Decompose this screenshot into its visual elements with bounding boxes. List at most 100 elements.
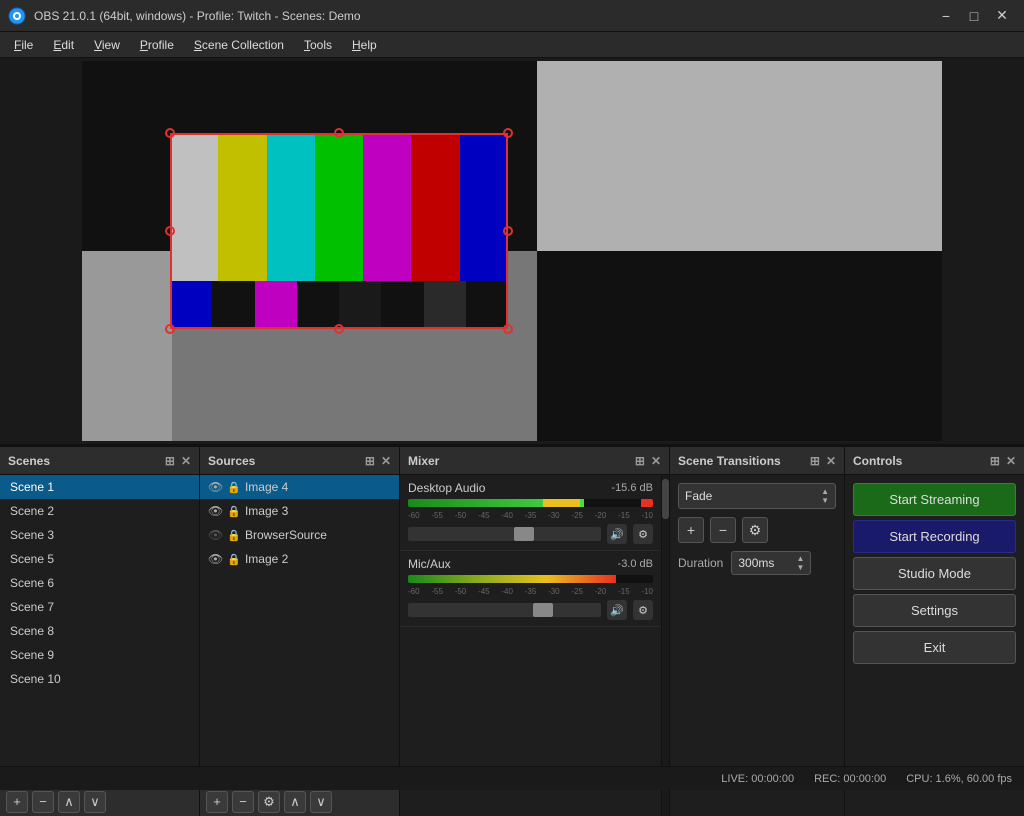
fade-select[interactable]: Fade ▲▼ [678,483,836,509]
mixer-desktop-fader[interactable] [408,527,601,541]
source-item-browser[interactable]: 👁 🔒 BrowserSource [200,523,399,547]
bar-bot-magenta [255,281,297,329]
mixer-close-icon[interactable]: ✕ [651,454,661,468]
scenes-close-icon[interactable]: ✕ [181,454,191,468]
handle-tr[interactable] [503,128,513,138]
sources-panel-header: Sources ⊞ ✕ [200,447,399,475]
bar-blue [460,133,508,281]
mixer-tracks: Desktop Audio -15.6 dB -60-55-50-45-40-3… [400,475,661,816]
mixer-content-area: Desktop Audio -15.6 dB -60-55-50-45-40-3… [400,475,669,816]
mixer-desktop-thumb[interactable] [514,527,534,541]
menu-view[interactable]: View [84,36,130,54]
bar-magenta [363,133,411,281]
scenes-toolbar: + − ∧ ∨ [0,786,199,816]
source-item-image4[interactable]: 👁 🔒 Image 4 [200,475,399,499]
sources-list: 👁 🔒 Image 4 👁 🔒 Image 3 👁 🔒 BrowserSourc… [200,475,399,786]
scene-item-1[interactable]: Scene 1 [0,475,199,499]
sources-up-button[interactable]: ∧ [284,791,306,813]
scene-item-5[interactable]: Scene 5 [0,547,199,571]
mixer-desktop-settings[interactable]: ⚙ [633,524,653,544]
exit-button[interactable]: Exit [853,631,1016,664]
sources-down-button[interactable]: ∨ [310,791,332,813]
source-item-image3[interactable]: 👁 🔒 Image 3 [200,499,399,523]
mixer-mic-thumb[interactable] [533,603,553,617]
color-bars [170,133,508,329]
handle-mr[interactable] [503,226,513,236]
transitions-expand-icon[interactable]: ⊞ [810,454,820,468]
lock-icon-browser: 🔒 [227,529,241,542]
mixer-mic-fader-row: 🔊 ⚙ [408,600,653,620]
handle-bc[interactable] [334,324,344,334]
menu-tools[interactable]: Tools [294,36,342,54]
scene-item-6[interactable]: Scene 6 [0,571,199,595]
source-item-image2[interactable]: 👁 🔒 Image 2 [200,547,399,571]
transition-settings-button[interactable]: ⚙ [742,517,768,543]
preview-area [0,58,1024,446]
duration-input[interactable]: 300ms ▲▼ [731,551,811,575]
duration-arrows[interactable]: ▲▼ [796,554,804,572]
scene-item-3[interactable]: Scene 3 [0,523,199,547]
handle-br[interactable] [503,324,513,334]
status-live: LIVE: 00:00:00 [721,773,794,785]
menu-scene-collection[interactable]: Scene Collection [184,36,294,54]
eye-icon-image4[interactable]: 👁 [208,480,223,494]
menu-file[interactable]: File [4,36,43,54]
minimize-button[interactable]: − [932,2,960,30]
scene-item-10[interactable]: Scene 10 [0,667,199,691]
transition-add-button[interactable]: + [678,517,704,543]
scene-item-7[interactable]: Scene 7 [0,595,199,619]
sources-close-icon[interactable]: ✕ [381,454,391,468]
duration-row: Duration 300ms ▲▼ [678,551,836,575]
handle-tc[interactable] [334,128,344,138]
controls-expand-icon[interactable]: ⊞ [990,454,1000,468]
bar-bot-black [212,281,254,329]
transition-remove-button[interactable]: − [710,517,736,543]
mixer-desktop-mute[interactable]: 🔊 [607,524,627,544]
scenes-panel-icons: ⊞ ✕ [165,454,191,468]
menu-profile[interactable]: Profile [130,36,184,54]
mixer-mic-mute[interactable]: 🔊 [607,600,627,620]
menu-bar: File Edit View Profile Scene Collection … [0,32,1024,58]
mixer-mic-fader[interactable] [408,603,601,617]
preview-bottom-right [537,251,942,441]
mixer-scrollbar[interactable] [661,475,669,816]
menu-edit[interactable]: Edit [43,36,84,54]
scenes-up-button[interactable]: ∧ [58,791,80,813]
sources-settings-button[interactable]: ⚙ [258,791,280,813]
controls-close-icon[interactable]: ✕ [1006,454,1016,468]
controls-buttons: Start Streaming Start Recording Studio M… [845,475,1024,672]
eye-icon-image3[interactable]: 👁 [208,504,223,518]
mixer-desktop-fader-row: 🔊 ⚙ [408,524,653,544]
scene-item-2[interactable]: Scene 2 [0,499,199,523]
menu-help[interactable]: Help [342,36,387,54]
eye-icon-image2[interactable]: 👁 [208,552,223,566]
scenes-expand-icon[interactable]: ⊞ [165,454,175,468]
start-recording-button[interactable]: Start Recording [853,520,1016,553]
handle-tl[interactable] [165,128,175,138]
mixer-expand-icon[interactable]: ⊞ [635,454,645,468]
handle-ml[interactable] [165,226,175,236]
maximize-button[interactable]: □ [960,2,988,30]
lock-icon-image3: 🔒 [227,505,241,518]
mixer-scrollbar-thumb[interactable] [662,479,669,519]
sources-expand-icon[interactable]: ⊞ [365,454,375,468]
transitions-panel-header: Scene Transitions ⊞ ✕ [670,447,844,475]
sources-remove-button[interactable]: − [232,791,254,813]
sources-panel-icons: ⊞ ✕ [365,454,391,468]
mixer-mic-settings[interactable]: ⚙ [633,600,653,620]
scene-item-8[interactable]: Scene 8 [0,619,199,643]
status-bar: LIVE: 00:00:00 REC: 00:00:00 CPU: 1.6%, … [0,766,1024,790]
settings-button[interactable]: Settings [853,594,1016,627]
scenes-down-button[interactable]: ∨ [84,791,106,813]
scenes-add-button[interactable]: + [6,791,28,813]
handle-bl[interactable] [165,324,175,334]
transitions-inner: Fade ▲▼ + − ⚙ Duration 300ms [670,475,844,583]
sources-add-button[interactable]: + [206,791,228,813]
scenes-remove-button[interactable]: − [32,791,54,813]
studio-mode-button[interactable]: Studio Mode [853,557,1016,590]
transitions-close-icon[interactable]: ✕ [826,454,836,468]
scene-item-9[interactable]: Scene 9 [0,643,199,667]
eye-icon-browser[interactable]: 👁 [208,528,223,542]
start-streaming-button[interactable]: Start Streaming [853,483,1016,516]
close-button[interactable]: ✕ [988,2,1016,30]
